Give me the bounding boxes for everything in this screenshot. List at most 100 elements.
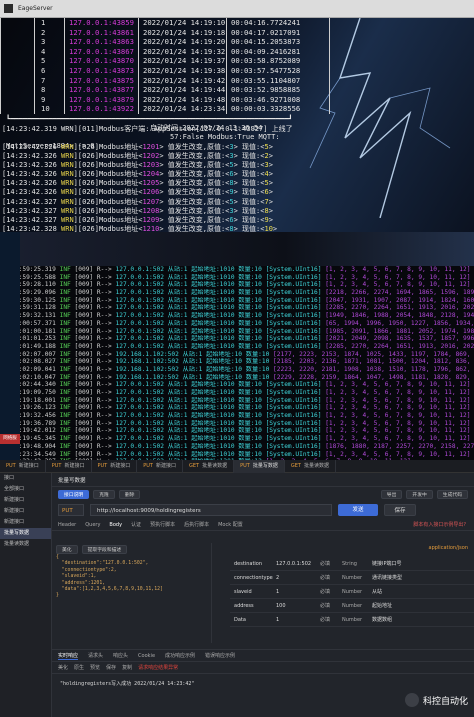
log-id: [009] R--> <box>70 350 116 358</box>
subtab[interactable]: 预执行脚本 <box>150 521 175 528</box>
response-tool[interactable]: 预览 <box>90 664 100 671</box>
response-tab[interactable]: 实时响应 <box>58 652 79 660</box>
content-type[interactable]: application/json <box>429 545 469 551</box>
tab-request[interactable]: PUT 新建接口 <box>137 460 183 473</box>
generate-code-button[interactable]: 生成代码 <box>436 489 468 499</box>
tab-request[interactable]: GET 批量读数据 <box>183 460 235 473</box>
sidebar-item[interactable]: 批量写数据 <box>0 528 51 539</box>
sidebar-item[interactable]: 批量读数据 <box>0 539 51 550</box>
json-editor[interactable]: 美化 提取字段和描述 { "destination":"127.0.0.1:50… <box>52 543 212 643</box>
log-text: > 值发生改变,原值:< <box>159 179 230 188</box>
modbus-address: 1201 <box>142 143 160 151</box>
request-subtabs: Header Query Body 认证 预执行脚本 后执行脚本 Mock 配置 脚本有入接口… <box>52 519 474 531</box>
table-row: 8 127.0.0.1:43877 2022/01/24 14:19:44 00:03… <box>0 85 340 95</box>
param-desc[interactable]: 从站 <box>372 588 432 595</box>
response-tab[interactable]: 错误响应示例 <box>205 652 235 659</box>
param-required[interactable]: 必填 <box>320 588 342 595</box>
method-select[interactable]: PUT <box>58 504 84 516</box>
beautify-button[interactable]: 美化 <box>56 544 78 554</box>
tab-label: 批量读数据 <box>303 463 329 469</box>
sidebar-item[interactable]: 新建接口 <box>0 495 51 506</box>
param-value[interactable]: 100 <box>276 603 320 609</box>
sidebar-item[interactable]: 新建接口 <box>0 506 51 517</box>
table-row: 2 127.0.0.1:43861 2022/01/24 14:19:18 00:04… <box>0 27 340 38</box>
export-button[interactable]: 导出 <box>380 489 403 499</box>
extract-fields-button[interactable]: 提取字段和描述 <box>81 544 128 554</box>
url-input[interactable]: http://localhost:9009/holdingregisters <box>90 504 332 516</box>
status-select[interactable]: 开发中 <box>406 489 433 499</box>
log-data: [1, 2, 3, 4, 5, 6, 7, 8, 9, 10, 11, 12] <box>321 412 471 420</box>
log-text: > 现值:< <box>233 152 265 161</box>
param-required[interactable]: 必填 <box>320 616 342 623</box>
param-desc[interactable]: 通讯链接类型 <box>372 574 432 581</box>
subtab[interactable]: 后执行脚本 <box>184 521 209 528</box>
subtab[interactable]: Header <box>58 522 76 528</box>
send-button[interactable]: 发送 <box>338 504 378 516</box>
log-text: ][026]Modbus地址< <box>73 197 143 206</box>
param-name[interactable]: slaveid <box>230 589 276 595</box>
param-required[interactable]: 必填 <box>320 602 342 609</box>
param-desc[interactable]: 链接IP端口号 <box>372 560 432 567</box>
response-tool[interactable]: 保存 <box>106 664 116 671</box>
param-type[interactable]: Number <box>342 589 372 595</box>
param-type[interactable]: Number <box>342 603 372 609</box>
sidebar-item[interactable]: 全部接口 <box>0 484 51 495</box>
delete-button[interactable]: 删除 <box>118 489 141 499</box>
log-timestamp: [14:23:42.326 <box>2 152 62 161</box>
log-text: > <box>268 170 273 179</box>
param-desc[interactable]: 数据数组 <box>372 616 432 623</box>
subtab[interactable]: Mock 配置 <box>218 521 243 528</box>
tab-request[interactable]: PUT 新建接口 <box>46 460 92 473</box>
log-level: INF <box>59 273 71 281</box>
param-value[interactable]: 127.0.0.1:502 <box>276 561 320 567</box>
param-value[interactable]: 1 <box>276 617 320 623</box>
save-button[interactable]: 保存 <box>384 504 416 516</box>
clone-button[interactable]: 克隆 <box>93 489 115 499</box>
tab-request[interactable]: PUT 新建接口 <box>0 460 46 473</box>
log-id: [009] R--> <box>70 358 116 366</box>
param-desc[interactable]: 起始地址 <box>372 602 432 609</box>
param-required[interactable]: 必填 <box>320 560 342 567</box>
param-required[interactable]: 必填 <box>320 574 342 581</box>
param-type[interactable]: Number <box>342 617 372 623</box>
tab-request[interactable]: PUT 新建接口 <box>92 460 138 473</box>
response-tool[interactable]: 美化 <box>58 664 68 671</box>
script-hint[interactable]: 脚本有入接口示例导出? <box>413 521 466 528</box>
param-row: destination 127.0.0.1:502 必填 String 链接IP端口号 <box>230 557 474 571</box>
param-type[interactable]: String <box>342 561 372 567</box>
response-tab[interactable]: 请求头 <box>88 652 103 659</box>
response-tab[interactable]: Cookie <box>138 653 155 659</box>
row-duration: 00:03:46.9271008 <box>226 94 330 105</box>
subtab[interactable]: Body <box>109 522 122 528</box>
log-text: ][026]Modbus地址< <box>73 215 143 224</box>
tab-method: PUT <box>143 463 153 469</box>
param-name[interactable]: address <box>230 603 276 609</box>
response-tool[interactable]: 复制 <box>122 664 132 671</box>
param-name[interactable]: destination <box>230 561 276 567</box>
param-value[interactable]: 2 <box>276 575 320 581</box>
console-titlebar[interactable]: EageServer <box>0 0 474 18</box>
param-name[interactable]: Data <box>230 617 276 623</box>
param-value[interactable]: 1 <box>276 589 320 595</box>
table-row: 1 127.0.0.1:43859 2022/01/24 14:19:10 00:04… <box>0 18 340 28</box>
response-tool[interactable]: 原生 <box>74 664 84 671</box>
log-id: [009] R--> <box>70 404 116 412</box>
tab-request[interactable]: GET 批量读数据 <box>285 460 336 473</box>
log-id: [009] R--> <box>70 365 116 373</box>
subtab[interactable]: 认证 <box>131 521 141 528</box>
table-row: 7 127.0.0.1:43875 2022/01/24 14:19:42 00:03… <box>0 75 340 86</box>
row-duration: 00:03:55.1104807 <box>226 75 330 86</box>
response-tab[interactable]: 响应头 <box>113 652 128 659</box>
network-service-button[interactable]: 网络服 <box>0 434 20 444</box>
sidebar-item[interactable]: 新建接口 <box>0 517 51 528</box>
param-name[interactable]: connectiontype <box>230 575 276 581</box>
response-tab[interactable]: 成功响应示例 <box>165 652 195 659</box>
sidebar-item[interactable]: 接口 <box>0 473 51 484</box>
client-console-window: 13:59:25.319 INF [009] R--> 127.0.0.1:50… <box>0 232 474 460</box>
tab-request[interactable]: PUT 批量写数据 <box>234 460 285 473</box>
subtab[interactable]: Query <box>85 522 100 528</box>
param-type[interactable]: Number <box>342 575 372 581</box>
doc-button[interactable]: 接口说明 <box>58 489 90 499</box>
row-time: 2022/01/24 14:19:18 <box>138 27 226 38</box>
log-level: WRN <box>61 170 74 179</box>
